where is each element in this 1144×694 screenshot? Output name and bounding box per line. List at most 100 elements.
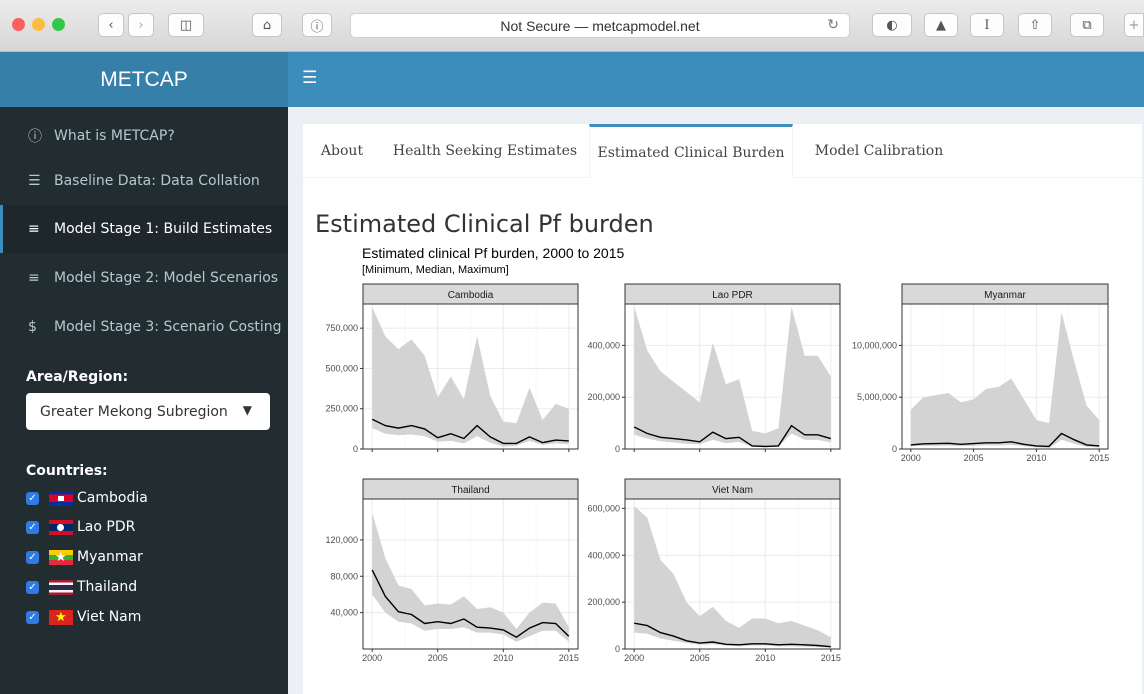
chart-title: Estimated clinical Pf burden, 2000 to 20… [362,245,624,261]
tab-about[interactable]: About [307,124,377,178]
cambodia-flag-icon [49,490,73,506]
laos-flag-icon [49,519,73,535]
new-tab-icon[interactable]: + [1124,13,1144,37]
browser-toolbar: ‹ › ◫ ⌂ ⓘ Not Secure — metcapmodel.net ↻… [0,0,1144,52]
y-tick-label: 0 [353,444,358,454]
x-tick-label: 2010 [493,653,513,663]
checkbox-checked-icon[interactable]: ✓ [26,580,39,594]
y-tick-label: 500,000 [325,363,358,373]
zoom-window-button[interactable] [52,18,65,31]
brand-logo[interactable]: METCAP [0,52,288,107]
minimize-window-button[interactable] [32,18,45,31]
reload-icon[interactable]: ↻ [827,17,839,33]
tabs-icon[interactable]: ⧉ [1070,13,1104,37]
sidebar-toggle-icon[interactable]: ◫ [168,13,204,37]
y-tick-label: 10,000,000 [852,340,897,350]
country-checkbox-cambodia[interactable]: ✓ Cambodia [26,488,148,508]
flask-icon[interactable]: ▲ [924,13,958,37]
tab-bar: About Health Seeking Estimates Estimated… [303,124,1142,178]
country-checkbox-thailand[interactable]: ✓ Thailand [26,577,137,597]
dollar-icon: $ [28,319,37,335]
menu-toggle-icon[interactable]: ☰ [302,68,317,88]
country-checkbox-myanmar[interactable]: ✓ ★ Myanmar [26,547,143,567]
facet-label: Cambodia [448,290,494,301]
main-content: About Health Seeking Estimates Estimated… [288,107,1144,694]
sidebar-item-what-is-metcap[interactable]: ⓘ What is METCAP? [0,112,288,160]
checkbox-checked-icon[interactable]: ✓ [26,491,39,505]
countries-label: Countries: [26,463,108,479]
tab-model-calibration[interactable]: Model Calibration [799,124,959,178]
country-checkbox-viet-nam[interactable]: ✓ ★ Viet Nam [26,607,141,627]
page-title: Estimated Clinical Pf burden [315,210,654,238]
tab-estimated-clinical-burden[interactable]: Estimated Clinical Burden [589,124,793,178]
area-region-select[interactable]: Greater Mekong Subregion ▼ [26,393,270,430]
country-label: Myanmar [77,549,143,565]
sidebar-item-label: Model Stage 1: Build Estimates [54,221,273,237]
share-icon[interactable]: ⇧ [1018,13,1052,37]
thailand-flag-icon [49,579,73,595]
sidebar-item-label: Model Stage 2: Model Scenarios [54,270,279,286]
x-tick-label: 2010 [755,653,775,663]
x-tick-label: 2015 [821,653,841,663]
x-tick-label: 2005 [428,653,448,663]
chevron-down-icon: ▼ [242,403,252,417]
url-text: Not Secure — metcapmodel.net [500,17,700,34]
site-info-icon[interactable]: ⓘ [302,13,332,37]
y-tick-label: 400,000 [587,340,620,350]
text-cursor-icon[interactable]: I [970,13,1004,37]
sidebar-item-model-stage-3[interactable]: $ Model Stage 3: Scenario Costing [0,303,288,351]
y-tick-label: 120,000 [325,535,358,545]
checkbox-checked-icon[interactable]: ✓ [26,520,39,534]
y-tick-label: 0 [615,644,620,654]
x-tick-label: 2015 [1089,453,1109,463]
sliders-icon: ≡ [28,270,40,286]
country-label: Viet Nam [77,609,142,625]
back-icon[interactable]: ‹ [98,13,124,37]
y-tick-label: 40,000 [330,608,358,618]
x-tick-label: 2005 [690,653,710,663]
sidebar-item-label: What is METCAP? [54,128,175,144]
close-window-button[interactable] [12,18,25,31]
x-tick-label: 2000 [362,653,382,663]
home-icon[interactable]: ⌂ [252,13,282,37]
y-tick-label: 0 [892,444,897,454]
x-tick-label: 2015 [559,653,579,663]
vietnam-flag-icon: ★ [49,609,73,625]
database-icon: ☰ [28,173,41,189]
chart-subtitle: [Minimum, Median, Maximum] [362,264,509,276]
checkbox-checked-icon[interactable]: ✓ [26,610,39,624]
y-tick-label: 5,000,000 [857,392,897,402]
y-tick-label: 600,000 [587,503,620,513]
y-tick-label: 400,000 [587,550,620,560]
country-label: Lao PDR [77,519,136,535]
address-bar[interactable]: Not Secure — metcapmodel.net ↻ [350,13,850,38]
burden-chart: Estimated clinical Pf burden, 2000 to 20… [325,245,1109,663]
country-checkbox-lao-pdr[interactable]: ✓ Lao PDR [26,517,135,537]
x-tick-label: 2000 [901,453,921,463]
country-label: Cambodia [77,490,148,506]
x-tick-label: 2005 [964,453,984,463]
y-tick-label: 750,000 [325,323,358,333]
sidebar-item-model-stage-1[interactable]: ≡ Model Stage 1: Build Estimates [0,205,288,253]
facet-label: Myanmar [984,290,1026,301]
x-tick-label: 2010 [1026,453,1046,463]
tab-health-seeking-estimates[interactable]: Health Seeking Estimates [385,124,585,178]
y-tick-label: 200,000 [587,597,620,607]
y-tick-label: 250,000 [325,404,358,414]
tab-box: About Health Seeking Estimates Estimated… [303,124,1142,694]
area-region-label: Area/Region: [26,369,129,385]
toggle-icon[interactable]: ◐ [872,13,912,37]
sidebar-item-label: Model Stage 3: Scenario Costing [54,319,282,335]
sidebar: ⓘ What is METCAP? ☰ Baseline Data: Data … [0,107,288,694]
area-region-value: Greater Mekong Subregion [40,403,228,420]
info-icon: ⓘ [28,129,42,145]
sidebar-item-label: Baseline Data: Data Collation [54,173,260,189]
facet-label: Viet Nam [712,485,753,496]
y-tick-label: 200,000 [587,392,620,402]
checkbox-checked-icon[interactable]: ✓ [26,550,39,564]
facet-label: Thailand [451,485,489,496]
forward-icon[interactable]: › [128,13,154,37]
facet-label: Lao PDR [712,290,753,301]
sidebar-item-model-stage-2[interactable]: ≡ Model Stage 2: Model Scenarios [0,254,288,302]
sidebar-item-baseline-data[interactable]: ☰ Baseline Data: Data Collation [0,157,288,205]
